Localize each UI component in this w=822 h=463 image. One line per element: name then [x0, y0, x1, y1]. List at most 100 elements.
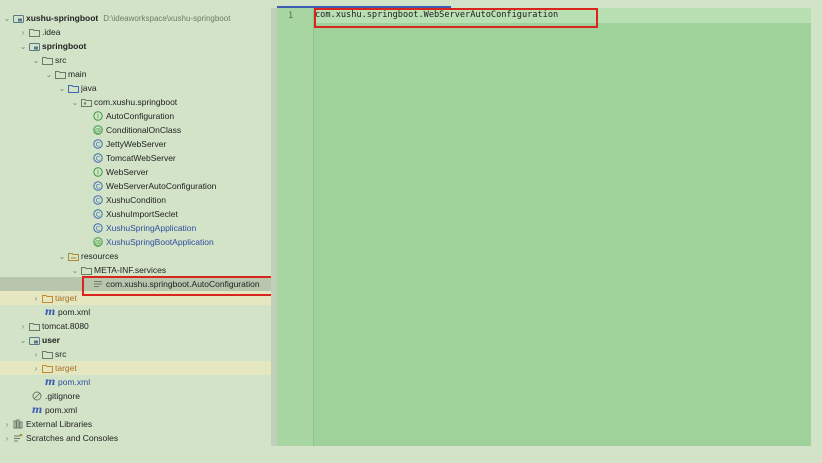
tree-item-label: TomcatWebServer	[106, 153, 176, 163]
gutter-divider	[313, 8, 314, 446]
tree-item-label: main	[68, 69, 87, 79]
svg-text:I: I	[97, 168, 99, 176]
tree-item-class[interactable]: C XushuSpringApplication	[0, 221, 275, 235]
root-project-label: xushu-springboot	[26, 13, 99, 23]
module-folder-icon	[28, 41, 40, 51]
tree-item-user[interactable]: ⌄ user	[0, 333, 275, 347]
chevron-down-icon[interactable]: ⌄	[70, 98, 80, 107]
chevron-down-icon[interactable]: ⌄	[44, 70, 54, 79]
tree-item-class[interactable]: C XushuCondition	[0, 193, 275, 207]
tree-item-root-project[interactable]: ⌄ xushu-springboot D:\ideaworkspace\xush…	[0, 11, 275, 25]
highlight-box-tree-file	[82, 276, 274, 296]
tree-item-label: XushuCondition	[106, 195, 167, 205]
interface-icon: I	[92, 111, 104, 121]
tree-item-class[interactable]: C XushuImportSeclet	[0, 207, 275, 221]
tree-item-src[interactable]: ⌄ src	[0, 53, 275, 67]
chevron-right-icon[interactable]: ›	[2, 434, 12, 443]
tree-item-pom[interactable]: m pom.xml	[0, 305, 275, 319]
tree-item-tomcat[interactable]: › tomcat.8080	[0, 319, 275, 333]
svg-text:C: C	[96, 224, 101, 232]
class-icon: C	[92, 209, 104, 219]
chevron-right-icon[interactable]: ›	[18, 322, 28, 331]
resources-folder-icon	[67, 251, 79, 261]
maven-icon: m	[31, 404, 43, 416]
annotation-icon: @	[92, 125, 104, 135]
chevron-down-icon[interactable]: ⌄	[2, 14, 12, 23]
tree-item-label: AutoConfiguration	[106, 111, 175, 121]
tree-item-class[interactable]: C WebServerAutoConfiguration	[0, 179, 275, 193]
chevron-down-icon[interactable]: ⌄	[31, 56, 41, 65]
line-number: 1	[288, 11, 294, 21]
scratches-icon	[12, 433, 24, 443]
tree-item-label: XushuImportSeclet	[106, 209, 178, 219]
maven-icon: m	[44, 376, 56, 388]
chevron-right-icon[interactable]: ›	[31, 350, 41, 359]
tree-item-label: .idea	[42, 27, 61, 37]
tree-item-gitignore[interactable]: .gitignore	[0, 389, 275, 403]
package-icon	[80, 97, 92, 107]
tree-item-label: XushuSpringBootApplication	[106, 237, 214, 247]
tree-item-springboot[interactable]: ⌄ springboot	[0, 39, 275, 53]
annotation-icon: @	[92, 237, 104, 247]
tree-item-pom[interactable]: m pom.xml	[0, 375, 275, 389]
tree-item-java[interactable]: ⌄ java	[0, 81, 275, 95]
chevron-down-icon[interactable]: ⌄	[18, 42, 28, 51]
svg-text:C: C	[96, 154, 101, 162]
tree-item-class[interactable]: I WebServer	[0, 165, 275, 179]
chevron-down-icon[interactable]: ⌄	[57, 84, 67, 93]
tree-item-label: src	[55, 55, 67, 65]
class-icon: C	[92, 223, 104, 233]
tree-item-resources[interactable]: ⌄ resources	[0, 249, 275, 263]
tree-item-idea[interactable]: › .idea	[0, 25, 275, 39]
tree-item-label: JettyWebServer	[106, 139, 167, 149]
folder-icon	[41, 55, 53, 65]
tree-item-label: pom.xml	[58, 377, 91, 387]
svg-text:@: @	[95, 126, 102, 134]
class-icon: C	[92, 195, 104, 205]
interface-icon: I	[92, 167, 104, 177]
tree-item-label: WebServer	[106, 167, 149, 177]
tree-item-meta-inf[interactable]: ⌄ META-INF.services	[0, 263, 275, 277]
tree-item-class[interactable]: @ ConditionalOnClass	[0, 123, 275, 137]
tree-item-main[interactable]: ⌄ main	[0, 67, 275, 81]
tree-item-label: ConditionalOnClass	[106, 125, 182, 135]
maven-icon: m	[44, 306, 56, 318]
svg-text:C: C	[96, 210, 101, 218]
tree-item-label: tomcat.8080	[42, 321, 89, 331]
excluded-folder-icon	[41, 363, 53, 373]
tree-item-package[interactable]: ⌄ com.xushu.springboot	[0, 95, 275, 109]
svg-text:@: @	[95, 238, 102, 246]
tree-item-external-libraries[interactable]: › External Libraries	[0, 417, 275, 431]
tree-item-label: Scratches and Consoles	[26, 433, 119, 443]
tree-item-class[interactable]: C JettyWebServer	[0, 137, 275, 151]
tree-item-label: user	[42, 335, 60, 345]
tree-item-class[interactable]: C TomcatWebServer	[0, 151, 275, 165]
tree-item-src[interactable]: › src	[0, 347, 275, 361]
svg-text:C: C	[96, 182, 101, 190]
tree-item-label: resources	[81, 251, 119, 261]
svg-text:C: C	[96, 196, 101, 204]
tree-item-class[interactable]: I AutoConfiguration	[0, 109, 275, 123]
tree-item-label: target	[55, 363, 77, 373]
library-icon	[12, 419, 24, 429]
tree-item-label: pom.xml	[58, 307, 91, 317]
tree-item-scratches[interactable]: › Scratches and Consoles	[0, 431, 275, 445]
chevron-down-icon[interactable]: ⌄	[18, 336, 28, 345]
tree-item-pom[interactable]: m pom.xml	[0, 403, 275, 417]
folder-icon	[28, 321, 40, 331]
source-folder-icon	[67, 83, 79, 93]
chevron-down-icon[interactable]: ⌄	[70, 266, 80, 275]
module-folder-icon	[12, 13, 24, 23]
ignored-file-icon	[31, 391, 43, 401]
chevron-right-icon[interactable]: ›	[31, 294, 41, 303]
code-editor[interactable]: 1 com.xushu.springboot.WebServerAutoConf…	[277, 6, 811, 446]
tree-item-target[interactable]: › target	[0, 361, 275, 375]
chevron-down-icon[interactable]: ⌄	[57, 252, 67, 261]
tree-item-label: External Libraries	[26, 419, 93, 429]
tree-item-label: src	[55, 349, 67, 359]
line-gutter	[277, 8, 313, 446]
chevron-right-icon[interactable]: ›	[2, 420, 12, 429]
tree-item-class[interactable]: @ XushuSpringBootApplication	[0, 235, 275, 249]
chevron-right-icon[interactable]: ›	[31, 364, 41, 373]
chevron-right-icon[interactable]: ›	[18, 28, 28, 37]
